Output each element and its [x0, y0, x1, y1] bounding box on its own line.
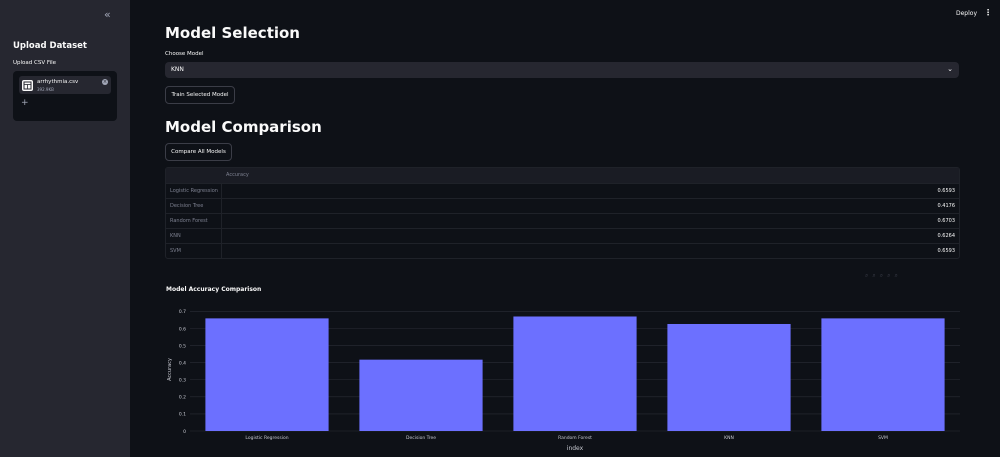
model-selection-heading: Model Selection: [165, 24, 300, 42]
sidebar: « Upload Dataset Upload CSV File arrhyth…: [0, 0, 130, 457]
file-uploader[interactable]: arrhythmia.csv 392.9KB × +: [13, 71, 117, 121]
y-tick-label: 0.1: [179, 412, 186, 418]
double-chevron-left-icon[interactable]: «: [104, 8, 111, 21]
y-tick-label: 0: [183, 429, 186, 435]
y-axis-title: Accuracy: [167, 358, 173, 381]
table-row: KNN 0.6264: [166, 228, 959, 243]
x-tick-label: SVM: [878, 435, 888, 441]
bar: [205, 318, 329, 431]
file-size: 392.9KB: [37, 87, 54, 92]
compare-all-models-button[interactable]: Compare All Models: [165, 143, 232, 161]
table-row: Logistic Regression 0.6593: [166, 183, 959, 198]
uploaded-file-chip: arrhythmia.csv 392.9KB ×: [19, 76, 111, 94]
row-value: 0.6593: [937, 248, 956, 254]
row-value: 0.6264: [937, 233, 956, 239]
table-row: SVM 0.6593: [166, 243, 959, 258]
row-index: Random Forest: [170, 218, 208, 224]
upload-label: Upload CSV File: [13, 60, 57, 66]
model-comparison-heading: Model Comparison: [165, 118, 322, 136]
remove-file-icon[interactable]: ×: [102, 79, 108, 85]
x-tick-label: Logistic Regression: [245, 435, 288, 441]
accuracy-table[interactable]: Accuracy Logistic Regression 0.6593 Deci…: [165, 167, 960, 259]
row-value: 0.4176: [937, 203, 956, 209]
table-row: Random Forest 0.6703: [166, 213, 959, 228]
x-tick-label: KNN: [724, 435, 734, 441]
accuracy-bar-chart: 0 0.1 0.2 0.3 0.4 0.5 0.6 0.7 Logistic Regressio…: [167, 309, 960, 452]
main-menu-icon[interactable]: ⋮: [984, 8, 992, 17]
chart-toolbar[interactable]: ⌕⌕⌕⌕⌕: [865, 272, 902, 280]
y-tick-label: 0.4: [179, 360, 186, 366]
row-index: KNN: [170, 233, 181, 239]
bar: [821, 318, 945, 431]
y-tick-label: 0.5: [179, 343, 186, 349]
y-tick-label: 0.3: [179, 378, 186, 384]
y-tick-label: 0.2: [179, 395, 186, 401]
table-header: Accuracy: [166, 168, 959, 183]
model-select-value: KNN: [171, 66, 184, 73]
deploy-button[interactable]: Deploy: [956, 10, 977, 17]
row-value: 0.6703: [937, 218, 956, 224]
x-axis-title: index: [567, 445, 584, 452]
x-tick-label: Decision Tree: [406, 435, 436, 441]
bar: [667, 323, 791, 431]
row-index: Decision Tree: [170, 203, 204, 209]
file-name: arrhythmia.csv: [37, 79, 79, 85]
train-selected-model-button[interactable]: Train Selected Model: [165, 86, 235, 104]
file-icon: [22, 80, 33, 91]
y-tick-label: 0.7: [179, 309, 186, 315]
choose-model-label: Choose Model: [165, 51, 204, 57]
y-tick-label: 0.6: [179, 326, 186, 332]
bar: [359, 359, 483, 431]
row-value: 0.6593: [937, 188, 956, 194]
row-index: Logistic Regression: [170, 188, 218, 194]
model-select[interactable]: KNN ⌄: [165, 62, 959, 78]
chevron-down-icon: ⌄: [947, 65, 953, 73]
table-row: Decision Tree 0.4176: [166, 198, 959, 213]
sidebar-title: Upload Dataset: [13, 41, 87, 51]
row-index: SVM: [170, 248, 181, 254]
bar: [513, 316, 637, 431]
x-tick-label: Random Forest: [558, 435, 592, 441]
chart-title: Model Accuracy Comparison: [166, 286, 262, 293]
accuracy-column-header[interactable]: Accuracy: [226, 172, 249, 178]
add-file-icon[interactable]: +: [21, 98, 29, 108]
